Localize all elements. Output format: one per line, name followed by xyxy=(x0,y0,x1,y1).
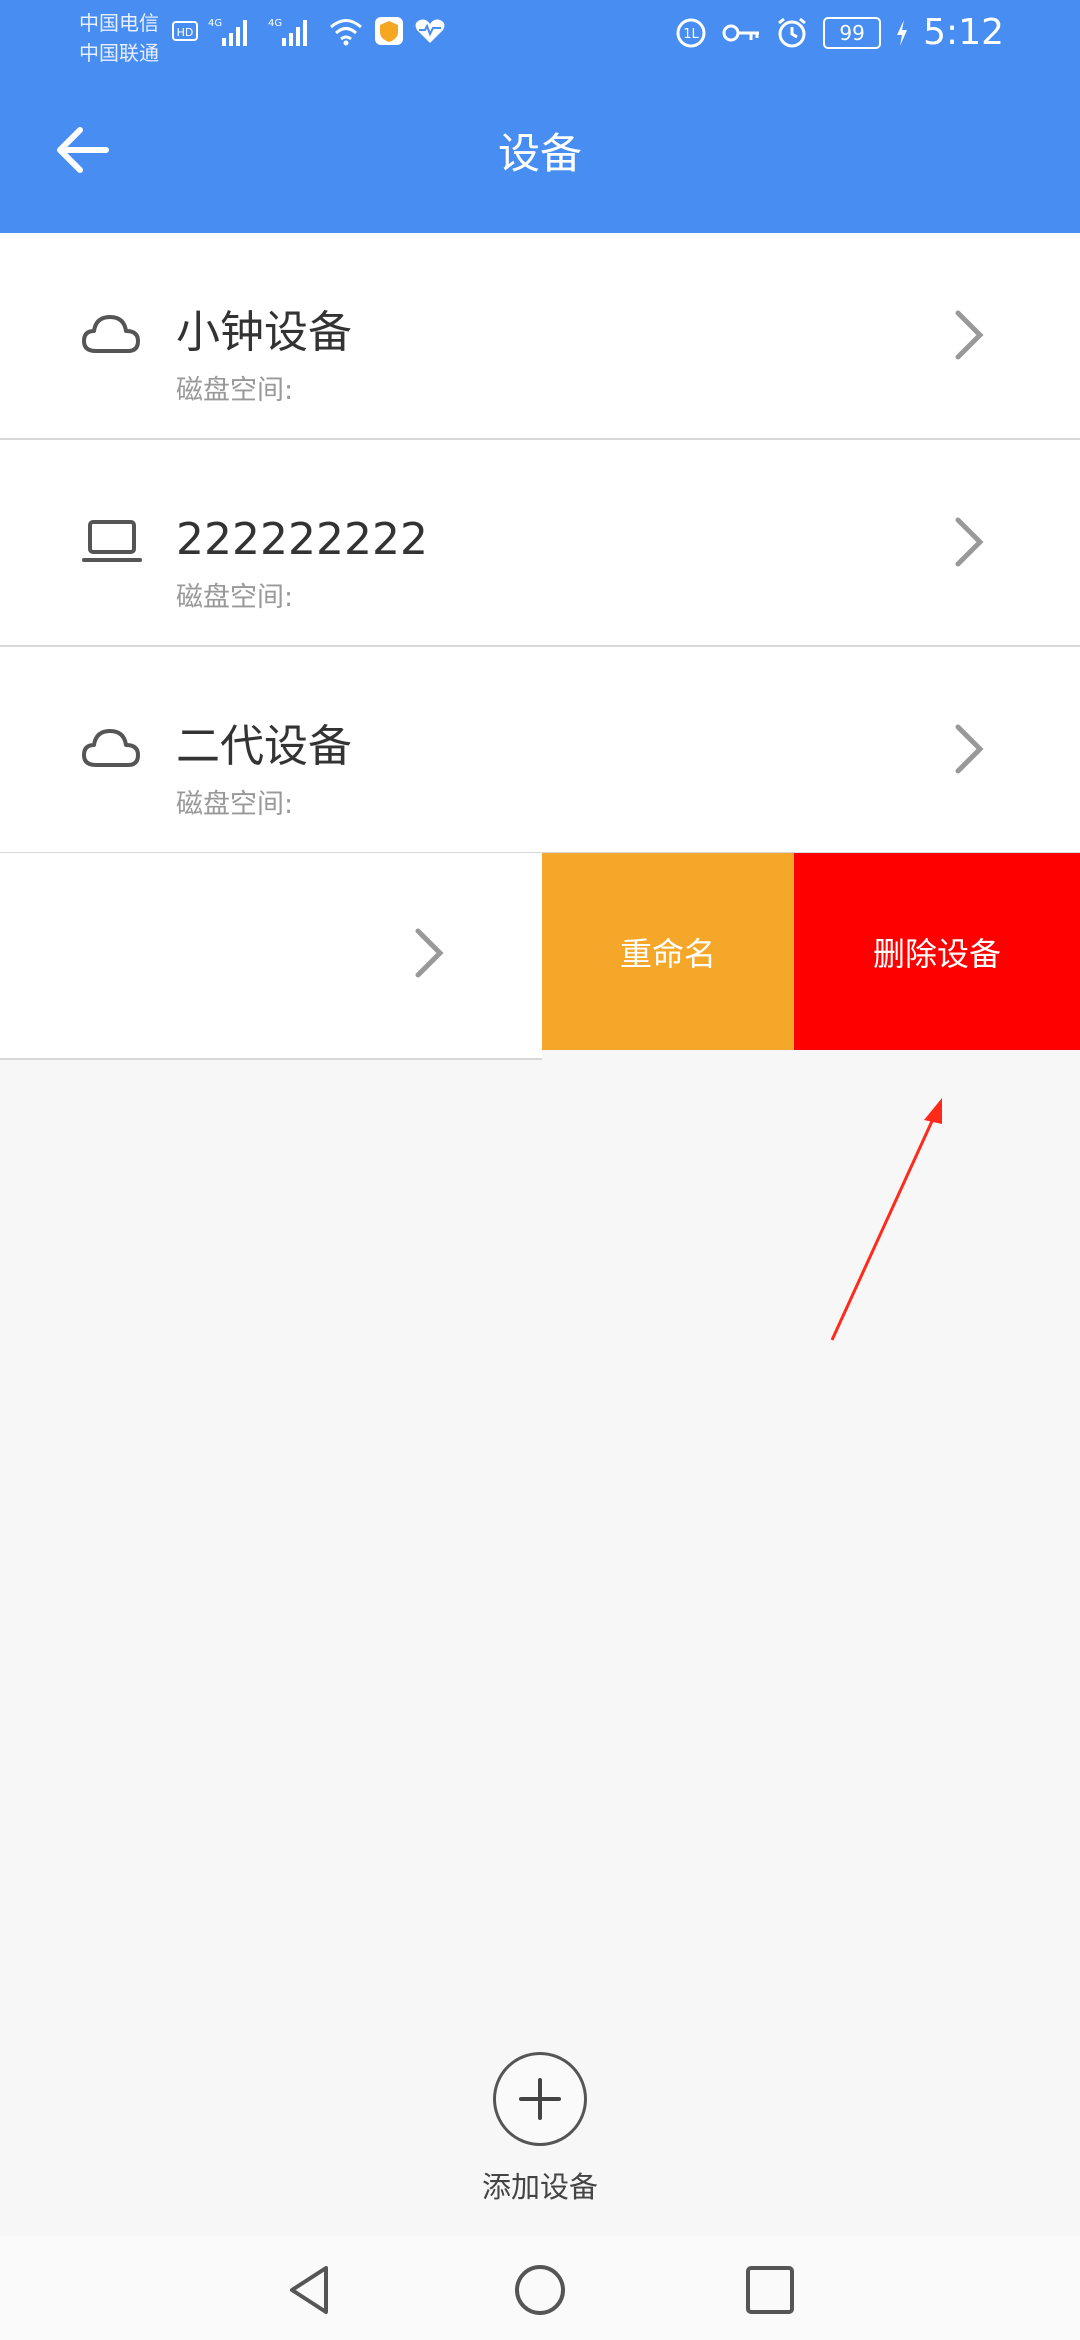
shield-app-icon xyxy=(375,17,403,45)
swiped-device-row: 重命名 删除设备 xyxy=(0,853,1080,1060)
status-icons-right: 1L 99 5:12 xyxy=(675,12,1004,53)
device-row-1[interactable]: 小钟设备 磁盘空间: xyxy=(0,233,1080,440)
carrier-info: 中国电信 中国联通 xyxy=(79,8,159,68)
page-title: 设备 xyxy=(497,129,582,178)
laptop-icon xyxy=(82,520,142,562)
battery-indicator: 99 xyxy=(823,16,882,49)
disk-space-label: 磁盘空间: xyxy=(176,375,294,406)
cloud-icon xyxy=(82,315,140,353)
app-header: 中国电信 中国联通 HD 4G 4G 1L 99 5:12 设备 xyxy=(0,0,1080,233)
nav-recents-icon[interactable] xyxy=(742,2262,798,2318)
wifi-icon xyxy=(330,19,362,46)
chevron-right-icon xyxy=(955,724,984,774)
clock-time: 5:12 xyxy=(923,12,1004,53)
charging-icon xyxy=(897,19,908,46)
key-icon xyxy=(722,24,760,41)
data-saver-icon: 1L xyxy=(676,18,706,47)
carrier-2: 中国联通 xyxy=(79,41,159,65)
status-icons-left: HD 4G 4G xyxy=(172,14,446,48)
cloud-icon xyxy=(82,729,140,767)
device-name: 二代设备 xyxy=(176,721,352,772)
system-nav-bar xyxy=(0,2236,1080,2340)
add-device-button[interactable] xyxy=(493,2052,587,2146)
rename-button[interactable]: 重命名 xyxy=(542,853,794,1050)
svg-text:HD: HD xyxy=(177,26,194,39)
alarm-icon xyxy=(778,17,807,47)
add-device-label: 添加设备 xyxy=(481,2170,598,2204)
device-row-2[interactable]: 222222222 磁盘空间: xyxy=(0,440,1080,647)
disk-space-label: 磁盘空间: xyxy=(176,582,294,613)
device-name: 222222222 xyxy=(176,514,428,565)
signal-icon: 4G xyxy=(208,18,247,46)
delete-device-button[interactable]: 删除设备 xyxy=(794,853,1080,1050)
swiped-row-content[interactable] xyxy=(0,853,542,1060)
device-name: 小钟设备 xyxy=(176,307,352,358)
nav-home-icon[interactable] xyxy=(512,2262,568,2318)
disk-space-label: 磁盘空间: xyxy=(176,789,294,820)
svg-text:4G: 4G xyxy=(268,18,282,29)
signal-icon-2: 4G xyxy=(268,18,307,46)
chevron-right-icon xyxy=(415,928,444,978)
svg-text:1L: 1L xyxy=(683,27,699,42)
carrier-1: 中国电信 xyxy=(79,11,159,35)
device-row-3[interactable]: 二代设备 磁盘空间: xyxy=(0,647,1080,854)
heart-health-icon xyxy=(415,19,445,43)
hd-icon: HD xyxy=(172,21,198,41)
annotation-arrow-icon xyxy=(830,1098,942,1341)
svg-text:4G: 4G xyxy=(208,18,222,29)
chevron-right-icon xyxy=(955,517,984,567)
plus-icon xyxy=(519,2078,561,2120)
chevron-right-icon xyxy=(955,310,984,360)
nav-back-icon[interactable] xyxy=(282,2262,338,2318)
